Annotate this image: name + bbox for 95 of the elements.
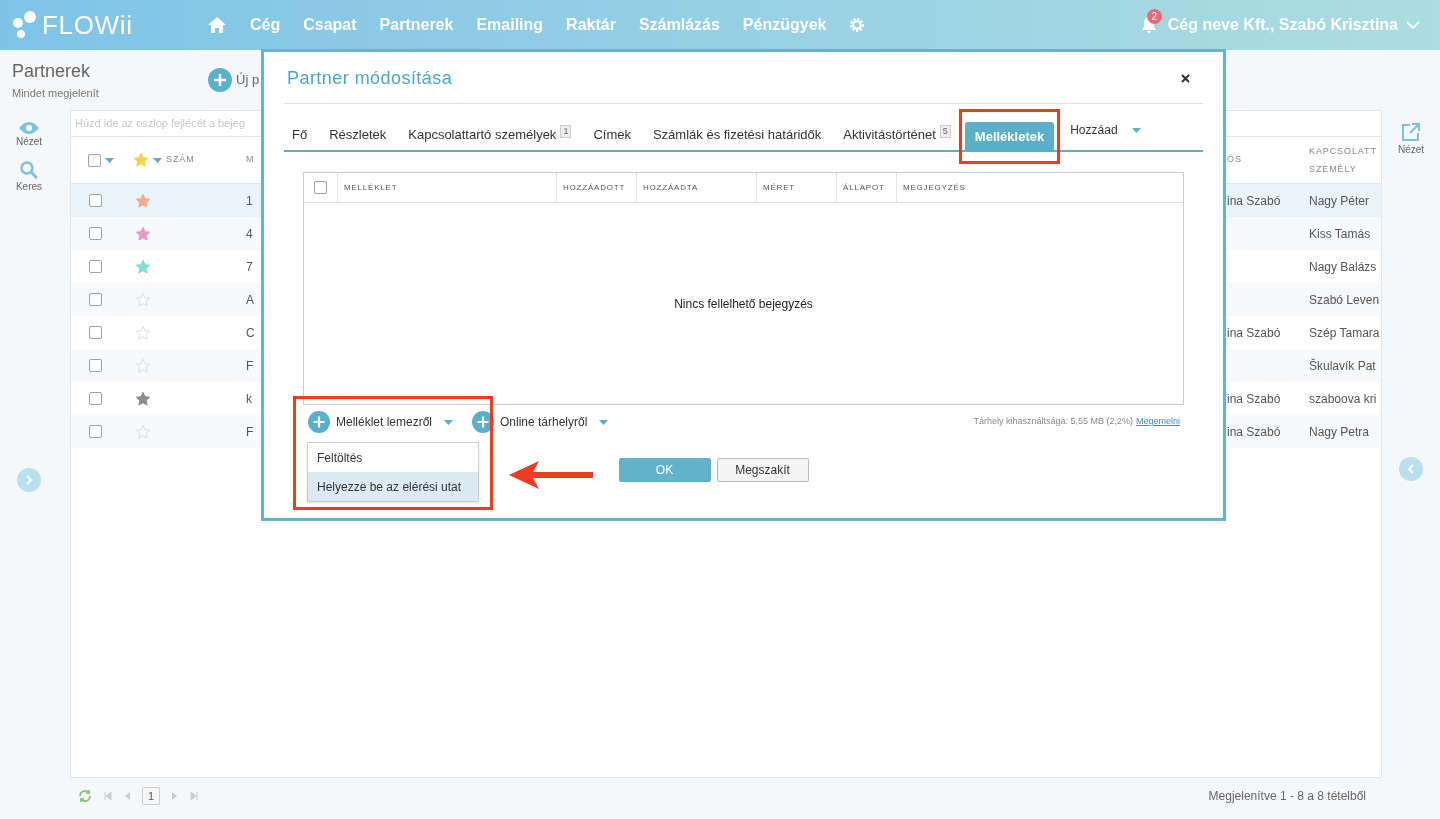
- close-icon[interactable]: [1181, 73, 1190, 83]
- page-title: Partnerek: [12, 60, 92, 84]
- table-cell-text: F: [246, 357, 255, 375]
- caret-icon: [105, 157, 114, 163]
- table-cell-text: 4: [246, 225, 254, 243]
- table-cell-text: Nagy Balázs: [1309, 258, 1378, 276]
- checkbox[interactable]: [89, 425, 102, 438]
- settings-icon[interactable]: [849, 17, 866, 33]
- column-header[interactable]: KAPCSOLATT SZEMÉLY: [1309, 142, 1381, 178]
- previous-page-icon[interactable]: [124, 792, 130, 800]
- home-icon[interactable]: [208, 17, 226, 33]
- star-icon[interactable]: [135, 258, 151, 275]
- caret-icon: [1131, 127, 1141, 133]
- cancel-button[interactable]: Megszakít: [716, 458, 809, 482]
- last-page-icon[interactable]: [190, 792, 199, 800]
- attachment-from-disk-button[interactable]: Melléklet lemezről: [308, 411, 454, 433]
- tab[interactable]: Számlák és fizetési határidők: [644, 125, 822, 150]
- checkbox[interactable]: [89, 293, 102, 306]
- table-cell-text: 1: [246, 192, 254, 210]
- caret-icon: [599, 419, 609, 425]
- drop-logo-icon: [12, 10, 38, 40]
- table-cell-text: A: [246, 291, 255, 309]
- chevron-down-icon[interactable]: [1406, 21, 1420, 29]
- caret-icon: [444, 419, 454, 425]
- tool-label[interactable]: Keres: [15, 179, 43, 194]
- star-icon[interactable]: [135, 225, 151, 242]
- tab[interactable]: Kapcsolattartó személyek 1: [400, 125, 572, 150]
- notification-badge: 2: [1146, 9, 1162, 24]
- table-cell: ina Szabó: [1227, 193, 1281, 208]
- refresh-icon[interactable]: [78, 789, 92, 803]
- column-header[interactable]: HOZZÁADOTT: [557, 173, 637, 202]
- upgrade-link[interactable]: Megemelni: [1135, 415, 1180, 429]
- table-cell: ina Szabó: [1227, 391, 1281, 406]
- checkbox[interactable]: [89, 359, 102, 372]
- expand-button[interactable]: [17, 468, 41, 492]
- table-cell-text: C: [246, 324, 256, 342]
- checkbox[interactable]: [89, 326, 102, 339]
- plus-icon: [308, 411, 330, 433]
- storage-usage: Tárhely kihasználtsága: 5,55 MB (2,2%): [973, 415, 1133, 429]
- tool-label[interactable]: Nézet: [1397, 142, 1425, 157]
- chevron-right-icon: [25, 475, 33, 485]
- tab[interactable]: Fő: [284, 125, 308, 150]
- collapse-button[interactable]: [1399, 457, 1423, 481]
- add-button[interactable]: Hozzáad: [1070, 121, 1141, 139]
- online-storage-button[interactable]: Online tárhelyről: [472, 411, 609, 433]
- empty-message: Nincs fellelhető bejegyzés: [673, 295, 814, 313]
- caret-icon: [153, 157, 162, 163]
- tab[interactable]: Részletek: [321, 125, 387, 150]
- pager-summary: Megjelenítve 1 - 8 a 8 tételből: [1208, 788, 1366, 805]
- column-header[interactable]: MÉRET: [757, 173, 837, 202]
- tab[interactable]: Címek: [585, 125, 631, 150]
- tool-label[interactable]: Nézet: [15, 134, 43, 149]
- checkbox[interactable]: [314, 181, 327, 194]
- tab[interactable]: Aktivitástörténet 5: [835, 125, 951, 150]
- external-link-icon[interactable]: [1401, 122, 1421, 142]
- group-hint: Húzd ide az oszlop fejlécét a bejeg: [75, 116, 245, 132]
- page-subtitle: Mindet megjelenít: [12, 86, 100, 102]
- eye-icon[interactable]: [19, 122, 39, 134]
- star-icon[interactable]: [135, 390, 151, 407]
- column-header[interactable]: MEGJEGYZÉS: [897, 173, 1183, 202]
- checkbox[interactable]: [88, 153, 101, 167]
- table-cell-text: Szép Tamara: [1309, 324, 1381, 342]
- table-cell-text: Škulavík Pat: [1309, 357, 1377, 375]
- checkbox[interactable]: [89, 260, 102, 273]
- table-cell-text: 7: [246, 258, 254, 276]
- chevron-left-icon: [1407, 464, 1415, 474]
- dialog-title: Partner módosítása: [287, 66, 453, 90]
- column-header[interactable]: SZÁM: [166, 153, 246, 167]
- page-number[interactable]: 1: [142, 786, 161, 806]
- column-header[interactable]: ÁLLAPOT: [837, 173, 897, 202]
- arrow-icon: [509, 461, 593, 489]
- checkbox[interactable]: [89, 194, 102, 207]
- table-cell-text: Kiss Tamás: [1309, 225, 1372, 243]
- table-cell-text: Nagy Petra: [1309, 423, 1371, 441]
- table-cell-text: Nagy Péter: [1309, 192, 1371, 210]
- table-cell-text: Szabó Leven: [1309, 291, 1381, 309]
- new-partner-button[interactable]: Új p: [236, 70, 260, 90]
- plus-icon: [472, 411, 494, 433]
- table-cell-text: szaboova kri: [1309, 390, 1378, 408]
- star-icon[interactable]: [135, 192, 151, 209]
- menu-item[interactable]: Helyezze be az elérési utat: [308, 472, 478, 501]
- menu-item[interactable]: Feltöltés: [308, 443, 478, 472]
- table-cell-text: k: [246, 390, 253, 408]
- checkbox[interactable]: [89, 392, 102, 405]
- column-header[interactable]: MELLÉKLET: [338, 173, 557, 202]
- table-cell: ina Szabó: [1227, 325, 1281, 340]
- next-page-icon[interactable]: [172, 792, 179, 800]
- column-header[interactable]: HOZZÁADTA: [637, 173, 757, 202]
- plus-icon: [208, 68, 232, 92]
- search-icon[interactable]: [20, 161, 38, 179]
- table-cell-text: F: [246, 423, 255, 441]
- table-cell: ina Szabó: [1227, 424, 1281, 439]
- column-header[interactable]: ÓS: [1227, 153, 1309, 167]
- checkbox[interactable]: [89, 227, 102, 240]
- first-page-icon[interactable]: [104, 792, 112, 800]
